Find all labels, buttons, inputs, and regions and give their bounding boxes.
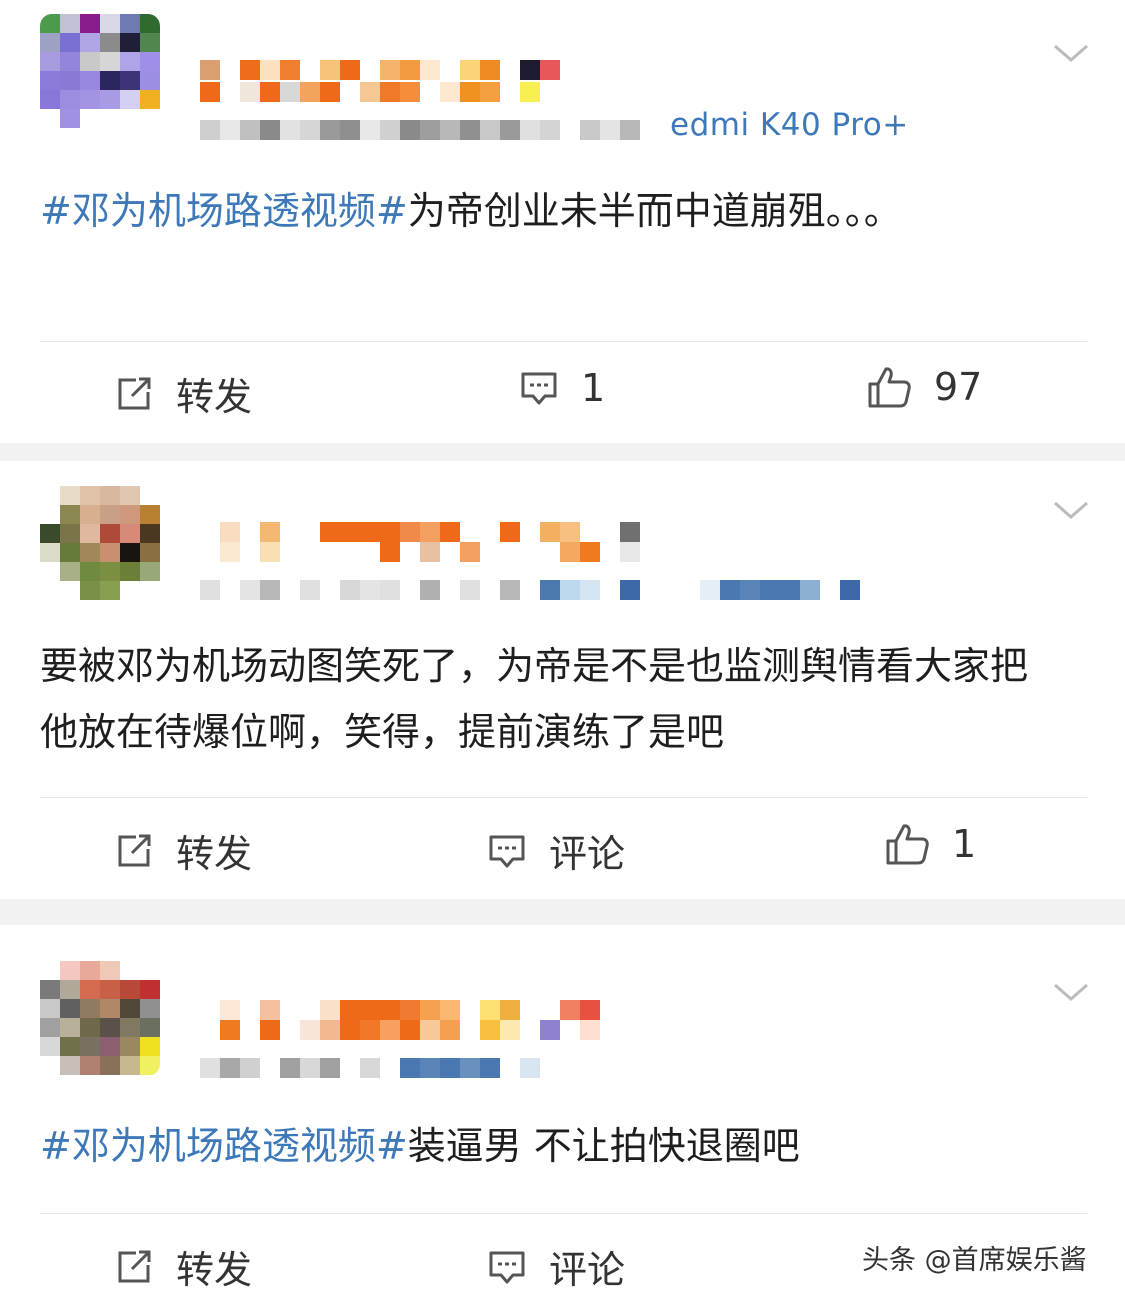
avatar[interactable] [40,961,160,1076]
repost-icon [114,831,154,871]
comment-label: 评论 [549,1248,626,1292]
thumbs-up-icon [866,364,912,410]
divider [40,1213,1087,1214]
repost-button[interactable]: 转发 [114,823,252,878]
comment-button[interactable]: 评论 [487,823,625,878]
like-count: 1 [952,822,977,866]
thumbs-up-icon [884,821,930,867]
username-blurred-row2 [200,82,540,102]
post-separator [0,899,1125,925]
avatar[interactable] [40,486,160,601]
post-content: #邓为机场路透视频#装逼男 不让拍快退圈吧 [40,1113,1090,1179]
repost-icon [114,374,154,414]
post-content: 要被邓为机场动图笑死了，为帝是不是也监测舆情看大家把他放在待爆位啊，笑得，提前演… [40,644,1029,754]
post-card-2: 要被邓为机场动图笑死了，为帝是不是也监测舆情看大家把他放在待爆位啊，笑得，提前演… [0,461,1125,899]
comment-icon [487,1247,527,1287]
topic-link[interactable]: #邓为机场路透视频# [40,189,408,233]
chevron-down-icon[interactable] [1053,493,1089,529]
post-text: 为帝创业未半而中道崩殂。。。 [407,189,902,233]
comment-label: 评论 [549,832,626,876]
post-separator [0,443,1125,461]
post-content: #邓为机场路透视频#为帝创业未半而中道崩殂。。。 [40,178,1090,244]
username-blurred-row2 [200,1020,600,1040]
repost-button[interactable]: 转发 [114,366,252,421]
comment-button[interactable]: 1 [519,366,605,410]
repost-icon [114,1247,154,1287]
repost-button[interactable]: 转发 [114,1239,252,1294]
topic-link[interactable]: #邓为机场路透视频# [40,1124,408,1168]
username-blurred-row2 [200,542,640,562]
avatar[interactable] [40,14,160,129]
post-meta-blurred [200,120,640,140]
comment-count: 1 [581,366,606,410]
post-meta-blurred [200,580,860,600]
comment-button[interactable]: 评论 [487,1239,625,1294]
username-blurred[interactable] [200,522,640,542]
device-label: edmi K40 Pro+ [670,107,909,143]
chevron-down-icon[interactable] [1053,36,1089,72]
post-text: 装逼男 不让拍快退圈吧 [407,1124,800,1168]
repost-label: 转发 [176,1248,253,1292]
like-button[interactable]: 97 [866,364,982,410]
repost-label: 转发 [176,375,253,419]
post-meta-blurred [200,1058,540,1078]
like-count: 97 [934,365,983,409]
username-blurred[interactable] [200,60,560,80]
username-blurred[interactable] [200,1000,600,1020]
repost-label: 转发 [176,832,253,876]
divider [40,341,1087,342]
chevron-down-icon[interactable] [1053,975,1089,1011]
divider [40,797,1087,798]
comment-icon [487,831,527,871]
like-button[interactable]: 1 [884,821,976,867]
post-card-1: edmi K40 Pro+ #邓为机场路透视频#为帝创业未半而中道崩殂。。。 转… [0,0,1125,443]
watermark: 头条 @首席娱乐酱 [862,1245,1087,1276]
comment-icon [519,368,559,408]
